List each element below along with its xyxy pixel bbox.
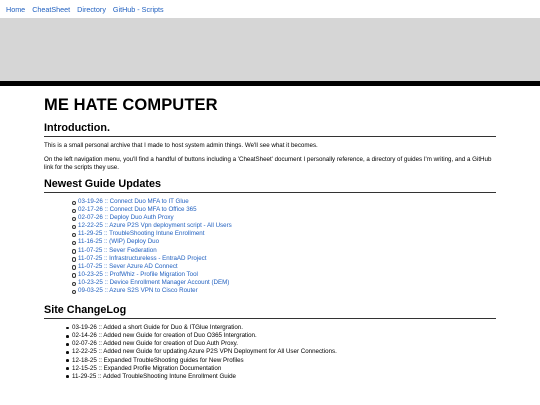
list-item: 12-15-25 :: Expanded Profile Migration D… xyxy=(66,365,496,373)
list-item: 02-07-26 :: Deploy Duo Auth Proxy xyxy=(72,214,496,222)
guide-link[interactable]: 09-03-25 :: Azure S2S VPN to Cisco Route… xyxy=(78,287,198,294)
guide-link[interactable]: 11-07-25 :: Sever Federation xyxy=(78,247,157,254)
list-item: 11-07-25 :: Infrastructureless - EntraAD… xyxy=(72,255,496,263)
changelog-list: 03-19-26 :: Added a short Guide for Duo … xyxy=(66,324,496,381)
list-item: 03-19-26 :: Connect Duo MFA to IT Glue xyxy=(72,198,496,206)
guide-link[interactable]: 11-16-25 :: (WIP) Deploy Duo xyxy=(78,238,159,245)
guide-updates-list: 03-19-26 :: Connect Duo MFA to IT Glue 0… xyxy=(72,198,496,295)
list-item: 09-03-25 :: Azure S2S VPN to Cisco Route… xyxy=(72,287,496,295)
guide-link[interactable]: 11-29-25 :: TroubleShooting Intune Enrol… xyxy=(78,230,204,237)
nav-link-cheatsheet[interactable]: CheatSheet xyxy=(32,5,70,14)
intro-paragraph-1: This is a small personal archive that I … xyxy=(44,142,318,149)
updates-heading: Newest Guide Updates xyxy=(44,178,496,193)
guide-link[interactable]: 11-07-25 :: Infrastructureless - EntraAD… xyxy=(78,255,207,262)
changelog-heading: Site ChangeLog xyxy=(44,304,496,320)
list-item: 02-14-26 :: Added new Guide for creation… xyxy=(66,332,496,340)
list-item: 02-17-26 :: Connect Duo MFA to Office 36… xyxy=(72,206,496,214)
header-divider xyxy=(0,81,540,86)
nav-link-github-scripts[interactable]: GitHub - Scripts xyxy=(113,5,164,14)
list-item: 10-23-25 :: Device Enrollment Manager Ac… xyxy=(72,279,496,287)
intro-heading: Introduction. xyxy=(44,122,496,137)
guide-link[interactable]: 10-23-25 :: Device Enrollment Manager Ac… xyxy=(78,279,229,286)
list-item: 11-16-25 :: (WIP) Deploy Duo xyxy=(72,238,496,246)
nav-link-home[interactable]: Home xyxy=(6,5,25,14)
list-item: 12-22-25 :: Azure P2S Vpn deployment scr… xyxy=(72,222,496,230)
list-item: 12-18-25 :: Expanded TroubleShooting gui… xyxy=(66,357,496,365)
list-item: 11-07-25 :: Sever Federation xyxy=(72,247,496,255)
guide-link[interactable]: 02-07-26 :: Deploy Duo Auth Proxy xyxy=(78,214,174,221)
nav-link-directory[interactable]: Directory xyxy=(77,5,106,14)
list-item: 11-29-25 :: TroubleShooting Intune Enrol… xyxy=(72,230,496,238)
header-banner xyxy=(0,18,540,81)
intro-paragraph-2: On the left navigation menu, you'll find… xyxy=(44,156,492,171)
top-navigation: Home CheatSheet Directory GitHub - Scrip… xyxy=(0,0,540,18)
guide-link[interactable]: 02-17-26 :: Connect Duo MFA to Office 36… xyxy=(78,206,197,213)
list-item: 02-07-26 :: Added new Guide for creation… xyxy=(66,340,496,348)
guide-link[interactable]: 10-23-25 :: ProfWhiz - Profile Migration… xyxy=(78,271,198,278)
guide-link[interactable]: 11-07-25 :: Sever Azure AD Connect xyxy=(78,263,178,270)
list-item: 12-22-25 :: Added new Guide for updating… xyxy=(66,348,496,356)
list-item: 10-23-25 :: ProfWhiz - Profile Migration… xyxy=(72,271,496,279)
list-item: 11-29-25 :: Added TroubleShooting Intune… xyxy=(66,373,496,381)
page-title: ME HATE COMPUTER xyxy=(44,96,218,114)
main-content: ME HATE COMPUTER Introduction. This is a… xyxy=(44,95,496,381)
guide-link[interactable]: 03-19-26 :: Connect Duo MFA to IT Glue xyxy=(78,198,189,205)
list-item: 11-07-25 :: Sever Azure AD Connect xyxy=(72,263,496,271)
list-item: 03-19-26 :: Added a short Guide for Duo … xyxy=(66,324,496,332)
guide-link[interactable]: 12-22-25 :: Azure P2S Vpn deployment scr… xyxy=(78,222,232,229)
